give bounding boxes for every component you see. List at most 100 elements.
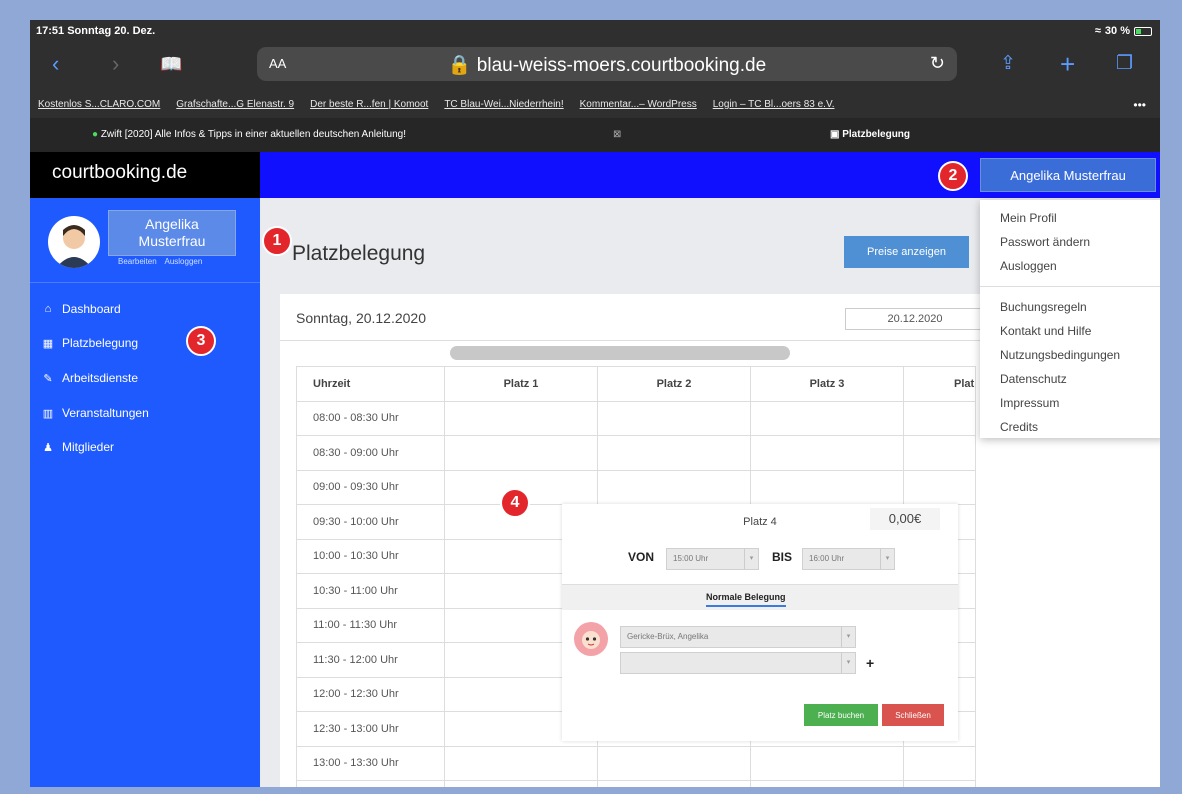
bookmark-link[interactable]: TC Blau-Wei...Niederrhein! — [444, 99, 563, 110]
bookmark-link[interactable]: Kommentar...– WordPress — [580, 99, 697, 110]
bookmarks-book-icon[interactable]: 📖 — [160, 50, 182, 78]
chevron-down-icon: ▾ — [744, 549, 758, 569]
tab-favicon-icon: ▣ — [830, 129, 840, 140]
sidebar-item-platzbelegung[interactable]: ▦ Platzbelegung — [42, 336, 138, 350]
player-1-select[interactable]: Gericke-Brüx, Angelika ▾ — [620, 626, 856, 648]
sidebar-item-mitglieder[interactable]: ♟ Mitglieder — [42, 440, 114, 454]
profile-links: Bearbeiten Ausloggen — [118, 257, 208, 266]
col-header-court-1: Platz 1 — [444, 366, 598, 402]
add-player-icon[interactable]: + — [866, 655, 874, 671]
court-1-slot-cell[interactable] — [444, 435, 598, 471]
tab-close-icon[interactable]: ⊠ — [613, 129, 621, 140]
court-1-slot-cell[interactable] — [444, 400, 598, 436]
col-header-time: Uhrzeit — [296, 366, 445, 402]
tabs-overview-icon[interactable]: ❐ — [1116, 50, 1133, 78]
forward-icon[interactable]: › — [112, 50, 119, 78]
annotation-badge-3: 3 — [186, 326, 216, 356]
page-title: Platzbelegung — [292, 242, 426, 265]
profile-name-button[interactable]: Angelika Musterfrau — [108, 210, 236, 256]
menu-item-imprint[interactable]: Impressum — [980, 391, 1160, 415]
menu-item-terms[interactable]: Nutzungsbedingungen — [980, 343, 1160, 367]
time-slot-cell: 11:30 - 12:00 Uhr — [296, 642, 445, 678]
court-4-slot-cell[interactable] — [903, 780, 976, 787]
time-slot-cell: 10:00 - 10:30 Uhr — [296, 538, 445, 574]
court-3-slot-cell[interactable] — [750, 469, 904, 505]
court-2-slot-cell[interactable] — [597, 435, 751, 471]
date-label: Sonntag, 20.12.2020 — [296, 310, 427, 326]
new-tab-plus-icon[interactable]: + — [1060, 50, 1075, 78]
horizontal-scrollbar[interactable] — [450, 346, 790, 360]
status-right: ≈ 30 % — [1095, 25, 1152, 37]
court-3-slot-cell[interactable] — [750, 745, 904, 781]
tab-normal-booking[interactable]: Normale Belegung — [706, 592, 786, 607]
bookmark-link[interactable]: Grafschafte...G Elenastr. 9 — [176, 99, 294, 110]
court-4-slot-cell[interactable] — [903, 400, 976, 436]
table-row: 13:30 - 14:00 Uhr — [296, 780, 976, 787]
reload-icon[interactable]: ↻ — [930, 53, 945, 74]
wifi-icon: ≈ — [1094, 25, 1101, 37]
url-text: 🔒 blau-weiss-moers.courtbooking.de — [447, 55, 767, 76]
court-3-slot-cell[interactable] — [750, 780, 904, 787]
address-bar[interactable]: AA 🔒 blau-weiss-moers.courtbooking.de ↻ — [257, 47, 957, 81]
date-input[interactable]: 20.12.2020 — [845, 308, 985, 330]
logout-link[interactable]: Ausloggen — [164, 257, 202, 266]
back-icon[interactable]: ‹ — [52, 50, 59, 78]
court-3-slot-cell[interactable] — [750, 435, 904, 471]
court-4-slot-cell[interactable] — [903, 435, 976, 471]
menu-item-profile[interactable]: Mein Profil — [980, 206, 1160, 230]
bookmark-link[interactable]: Der beste R...fen | Komoot — [310, 99, 428, 110]
chevron-down-icon: ▾ — [841, 653, 855, 673]
home-icon: ⌂ — [44, 303, 52, 315]
menu-item-contact[interactable]: Kontakt und Hilfe — [980, 319, 1160, 343]
from-label: VON — [628, 550, 655, 564]
player-avatar — [574, 622, 608, 656]
edit-profile-link[interactable]: Bearbeiten — [118, 257, 157, 266]
share-icon[interactable]: ⇪ — [1000, 50, 1016, 78]
time-slot-cell: 12:00 - 12:30 Uhr — [296, 676, 445, 712]
logo[interactable]: courtbooking.de — [30, 152, 260, 198]
court-4-slot-cell[interactable] — [903, 469, 976, 505]
court-1-slot-cell[interactable] — [444, 780, 598, 787]
tab-zwift[interactable]: ● Zwift [2020] Alle Infos & Tipps in ein… — [92, 129, 406, 140]
to-time-select[interactable]: 16:00 Uhr ▾ — [802, 548, 895, 570]
player-2-select[interactable]: ▾ — [620, 652, 856, 674]
court-2-slot-cell[interactable] — [597, 400, 751, 436]
court-1-slot-cell[interactable] — [444, 745, 598, 781]
sidebar-item-veranstaltungen[interactable]: ▥ Veranstaltungen — [42, 406, 149, 420]
browser-toolbar: ‹ › 📖 AA 🔒 blau-weiss-moers.courtbooking… — [30, 40, 1160, 90]
time-slot-cell: 09:00 - 09:30 Uhr — [296, 469, 445, 505]
bookmark-link[interactable]: Kostenlos S...CLARO.COM — [38, 99, 160, 110]
from-time-select[interactable]: 15:00 Uhr ▾ — [666, 548, 759, 570]
map-icon: ▥ — [42, 407, 54, 420]
menu-item-credits[interactable]: Credits — [980, 415, 1160, 439]
bookmark-link[interactable]: Login – TC Bl...oers 83 e.V. — [713, 99, 835, 110]
book-court-button[interactable]: Platz buchen — [804, 704, 878, 726]
avatar — [48, 216, 100, 268]
table-header-row: Uhrzeit Platz 1 Platz 2 Platz 3 Plat — [296, 366, 976, 402]
col-header-court-4: Plat — [903, 366, 976, 402]
menu-item-booking-rules[interactable]: Buchungsregeln — [980, 295, 1160, 319]
court-2-slot-cell[interactable] — [597, 469, 751, 505]
show-prices-button[interactable]: Preise anzeigen — [844, 236, 969, 268]
booking-dialog: Platz 4 0,00€ VON 15:00 Uhr ▾ BIS 16:00 U… — [562, 504, 958, 741]
table-row: 09:00 - 09:30 Uhr — [296, 469, 976, 505]
time-slot-cell: 08:30 - 09:00 Uhr — [296, 435, 445, 471]
user-menu-button[interactable]: Angelika Musterfrau — [980, 158, 1156, 192]
court-3-slot-cell[interactable] — [750, 400, 904, 436]
close-dialog-button[interactable]: Schließen — [882, 704, 944, 726]
menu-item-privacy[interactable]: Datenschutz — [980, 367, 1160, 391]
court-4-slot-cell[interactable] — [903, 745, 976, 781]
more-icon[interactable]: ••• — [1133, 98, 1146, 112]
court-2-slot-cell[interactable] — [597, 780, 751, 787]
court-2-slot-cell[interactable] — [597, 745, 751, 781]
user-dropdown-menu: Mein Profil Passwort ändern Ausloggen Bu… — [980, 200, 1160, 438]
menu-item-change-password[interactable]: Passwort ändern — [980, 230, 1160, 254]
sidebar-divider — [30, 282, 260, 283]
time-slot-cell: 11:00 - 11:30 Uhr — [296, 607, 445, 643]
favicon-icon: ● — [92, 129, 99, 140]
tab-platzbelegung[interactable]: ▣ Platzbelegung — [830, 129, 910, 140]
sidebar-item-arbeitsdienste[interactable]: ✎ Arbeitsdienste — [42, 371, 138, 385]
sidebar-item-dashboard[interactable]: ⌂ Dashboard — [42, 302, 121, 316]
status-time-date: 17:51 Sonntag 20. Dez. — [36, 25, 156, 37]
menu-item-logout[interactable]: Ausloggen — [980, 254, 1160, 278]
